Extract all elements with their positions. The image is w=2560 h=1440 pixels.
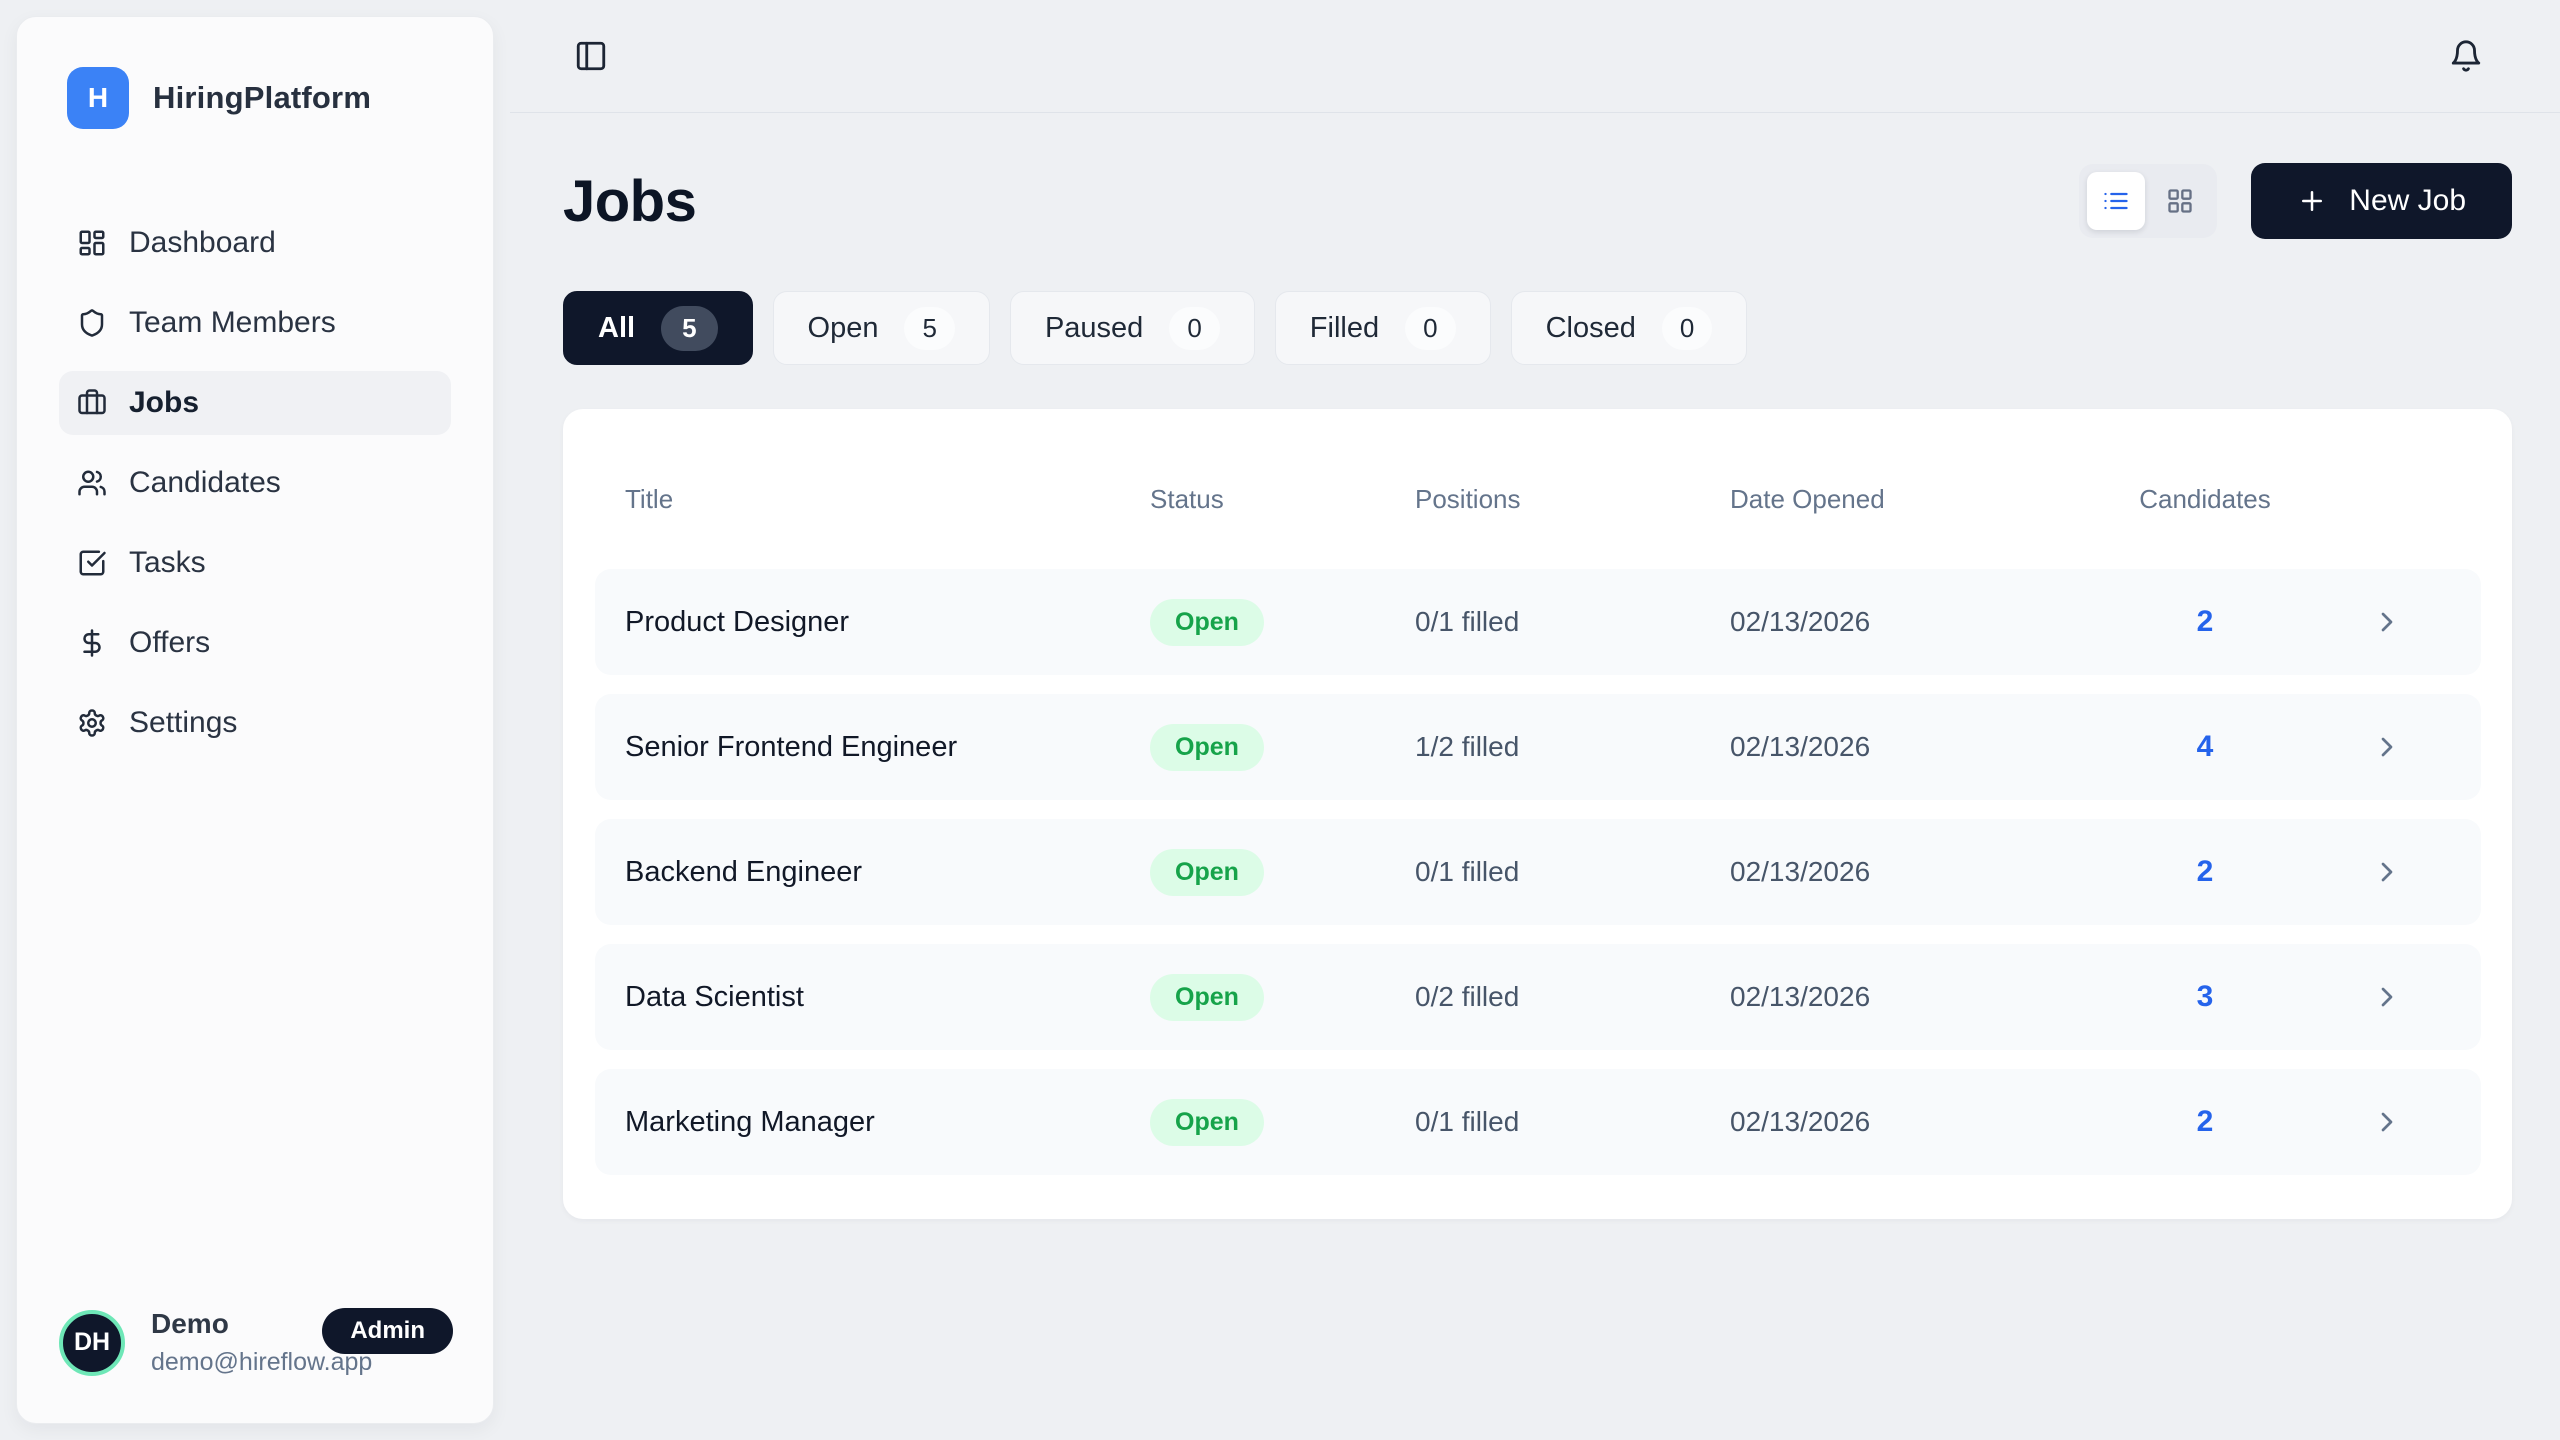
dollar-sign-icon bbox=[77, 628, 107, 658]
sidebar-toggle-button[interactable] bbox=[574, 39, 608, 73]
column-header-date: Date Opened bbox=[1730, 484, 2130, 515]
briefcase-icon bbox=[77, 388, 107, 418]
topbar bbox=[510, 0, 2560, 113]
column-header-status: Status bbox=[1150, 484, 1415, 515]
bell-icon bbox=[2449, 39, 2483, 73]
sidebar-item-offers[interactable]: Offers bbox=[59, 611, 451, 675]
job-title: Senior Frontend Engineer bbox=[625, 731, 1150, 764]
job-date-opened: 02/13/2026 bbox=[1730, 981, 2130, 1013]
sidebar-item-jobs[interactable]: Jobs bbox=[59, 371, 451, 435]
plus-icon bbox=[2297, 186, 2327, 216]
shield-icon bbox=[77, 308, 107, 338]
job-candidates-count[interactable]: 4 bbox=[2130, 730, 2280, 764]
view-toggle bbox=[2079, 164, 2217, 238]
table-row[interactable]: Data Scientist Open 0/2 filled 02/13/202… bbox=[595, 944, 2481, 1050]
job-date-opened: 02/13/2026 bbox=[1730, 731, 2130, 763]
table-row[interactable]: Marketing Manager Open 0/1 filled 02/13/… bbox=[595, 1069, 2481, 1175]
filter-tab-paused[interactable]: Paused 0 bbox=[1010, 291, 1255, 365]
status-filter-tabs: All 5 Open 5 Paused 0 Filled 0 Closed 0 bbox=[563, 291, 2512, 365]
chevron-right-icon bbox=[2371, 731, 2403, 763]
filter-count-badge: 0 bbox=[1662, 307, 1712, 350]
avatar: DH bbox=[59, 1310, 125, 1376]
user-profile[interactable]: DH Demo demo@hireflow.app Admin bbox=[17, 1278, 493, 1423]
grid-view-button[interactable] bbox=[2151, 172, 2209, 230]
sidebar: H HiringPlatform Dashboard Team Members … bbox=[16, 16, 494, 1424]
chevron-right-icon bbox=[2371, 1106, 2403, 1138]
sidebar-item-team-members[interactable]: Team Members bbox=[59, 291, 451, 355]
job-positions: 1/2 filled bbox=[1415, 731, 1730, 763]
page-head: Jobs New Job bbox=[563, 163, 2512, 239]
filter-count-badge: 0 bbox=[1169, 307, 1219, 350]
job-candidates-count[interactable]: 2 bbox=[2130, 1105, 2280, 1139]
job-candidates-count[interactable]: 2 bbox=[2130, 605, 2280, 639]
role-badge: Admin bbox=[322, 1308, 453, 1354]
user-email: demo@hireflow.app bbox=[151, 1348, 296, 1377]
main-content: Jobs New Job All 5 Open 5 Paused 0 bbox=[563, 113, 2512, 1219]
job-candidates-count[interactable]: 2 bbox=[2130, 855, 2280, 889]
job-title: Data Scientist bbox=[625, 981, 1150, 1014]
status-badge: Open bbox=[1150, 849, 1264, 896]
sidebar-nav: Dashboard Team Members Jobs Candidates T… bbox=[17, 211, 493, 755]
status-badge: Open bbox=[1150, 724, 1264, 771]
column-header-candidates: Candidates bbox=[2130, 484, 2280, 515]
sidebar-header: H HiringPlatform bbox=[17, 17, 493, 129]
column-header-positions: Positions bbox=[1415, 484, 1730, 515]
square-check-icon bbox=[77, 548, 107, 578]
job-positions: 0/1 filled bbox=[1415, 606, 1730, 638]
new-job-button[interactable]: New Job bbox=[2251, 163, 2512, 239]
job-positions: 0/2 filled bbox=[1415, 981, 1730, 1013]
status-badge: Open bbox=[1150, 599, 1264, 646]
job-date-opened: 02/13/2026 bbox=[1730, 856, 2130, 888]
users-icon bbox=[77, 468, 107, 498]
table-row[interactable]: Senior Frontend Engineer Open 1/2 filled… bbox=[595, 694, 2481, 800]
sidebar-item-candidates[interactable]: Candidates bbox=[59, 451, 451, 515]
job-date-opened: 02/13/2026 bbox=[1730, 1106, 2130, 1138]
table-body: Product Designer Open 0/1 filled 02/13/2… bbox=[595, 569, 2481, 1175]
filter-tab-closed[interactable]: Closed 0 bbox=[1511, 291, 1748, 365]
filter-count-badge: 5 bbox=[904, 307, 954, 350]
job-positions: 0/1 filled bbox=[1415, 856, 1730, 888]
filter-count-badge: 5 bbox=[661, 306, 717, 351]
job-title: Marketing Manager bbox=[625, 1106, 1150, 1139]
filter-tab-filled[interactable]: Filled 0 bbox=[1275, 291, 1491, 365]
chevron-right-icon bbox=[2371, 606, 2403, 638]
job-positions: 0/1 filled bbox=[1415, 1106, 1730, 1138]
list-view-button[interactable] bbox=[2087, 172, 2145, 230]
table-header-row: Title Status Positions Date Opened Candi… bbox=[595, 481, 2481, 517]
filter-tab-open[interactable]: Open 5 bbox=[773, 291, 990, 365]
filter-count-badge: 0 bbox=[1405, 307, 1455, 350]
layout-dashboard-icon bbox=[77, 228, 107, 258]
list-icon bbox=[2102, 187, 2130, 215]
brand-name: HiringPlatform bbox=[153, 80, 371, 116]
status-badge: Open bbox=[1150, 1099, 1264, 1146]
job-title: Backend Engineer bbox=[625, 856, 1150, 889]
notifications-button[interactable] bbox=[2449, 39, 2483, 73]
jobs-table-card: Title Status Positions Date Opened Candi… bbox=[563, 409, 2512, 1219]
page-title: Jobs bbox=[563, 168, 696, 235]
table-row[interactable]: Backend Engineer Open 0/1 filled 02/13/2… bbox=[595, 819, 2481, 925]
panel-left-icon bbox=[574, 39, 608, 73]
sidebar-item-dashboard[interactable]: Dashboard bbox=[59, 211, 451, 275]
chevron-right-icon bbox=[2371, 981, 2403, 1013]
column-header-title: Title bbox=[625, 484, 1150, 515]
sidebar-item-settings[interactable]: Settings bbox=[59, 691, 451, 755]
job-date-opened: 02/13/2026 bbox=[1730, 606, 2130, 638]
user-name: Demo bbox=[151, 1308, 296, 1340]
gear-icon bbox=[77, 708, 107, 738]
sidebar-item-tasks[interactable]: Tasks bbox=[59, 531, 451, 595]
job-title: Product Designer bbox=[625, 606, 1150, 639]
filter-tab-all[interactable]: All 5 bbox=[563, 291, 753, 365]
chevron-right-icon bbox=[2371, 856, 2403, 888]
status-badge: Open bbox=[1150, 974, 1264, 1021]
layout-grid-icon bbox=[2166, 187, 2194, 215]
table-row[interactable]: Product Designer Open 0/1 filled 02/13/2… bbox=[595, 569, 2481, 675]
job-candidates-count[interactable]: 3 bbox=[2130, 980, 2280, 1014]
brand-logo: H bbox=[67, 67, 129, 129]
